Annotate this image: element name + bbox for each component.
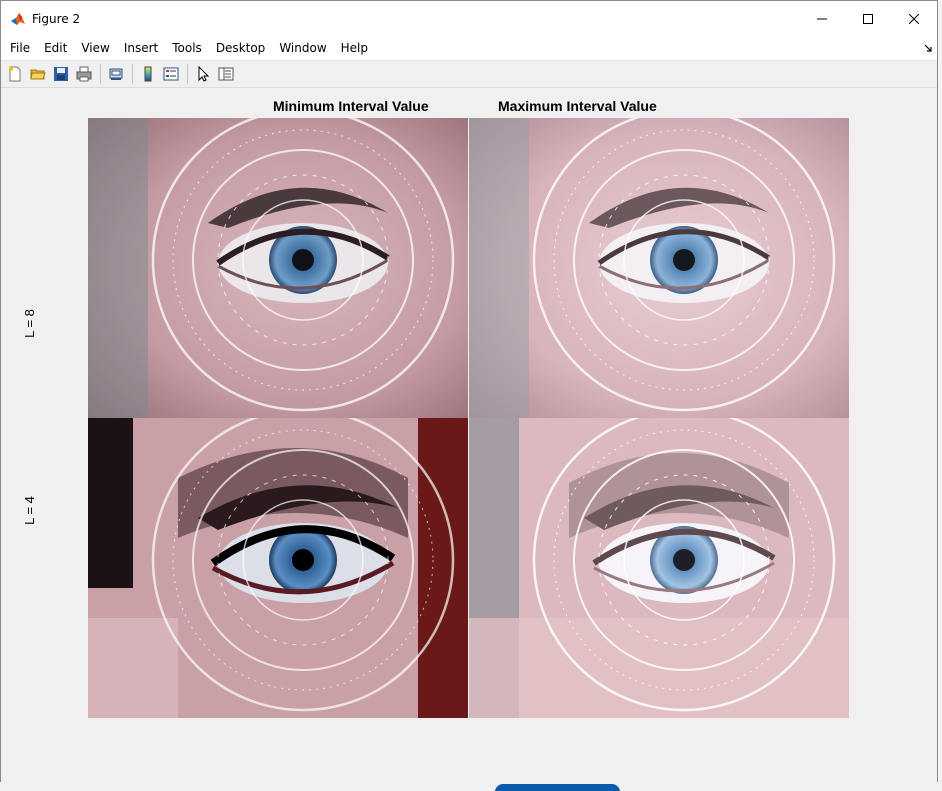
menubar-expand-arrow-icon[interactable] (924, 44, 932, 52)
close-button[interactable] (891, 1, 937, 36)
background-desktop-bottom (0, 781, 942, 791)
legend-icon (163, 67, 179, 81)
menu-file[interactable]: File (4, 36, 36, 60)
colorbar-icon (144, 66, 152, 82)
column-title-min: Minimum Interval Value (273, 98, 429, 114)
insert-legend-button[interactable] (160, 63, 182, 85)
edit-plot-button[interactable] (192, 63, 214, 85)
insert-colorbar-button[interactable] (137, 63, 159, 85)
row-label-l4: L = 4 (21, 496, 37, 525)
figure-toolbar (1, 60, 937, 88)
column-title-max: Maximum Interval Value (498, 98, 657, 114)
image-panel-max-l4 (469, 418, 849, 718)
eye-image-min-l4 (88, 418, 468, 718)
close-icon (909, 13, 919, 24)
open-file-button[interactable] (27, 63, 49, 85)
image-panel-min-l8 (88, 118, 468, 418)
print-button[interactable] (73, 63, 95, 85)
save-icon (54, 67, 68, 81)
menu-bar: File Edit View Insert Tools Desktop Wind… (1, 36, 937, 60)
open-icon (30, 69, 46, 80)
new-figure-icon (9, 66, 21, 82)
eye-image-max-l4 (469, 418, 849, 718)
menu-insert[interactable]: Insert (118, 36, 164, 60)
toolbar-separator (100, 64, 101, 84)
menu-view[interactable]: View (75, 36, 115, 60)
menu-desktop[interactable]: Desktop (210, 36, 272, 60)
maximize-button[interactable] (845, 1, 891, 36)
row-label-l8: L = 8 (21, 309, 37, 338)
print-preview-button[interactable] (105, 63, 127, 85)
background-desktop-edge (938, 0, 942, 791)
figure-window: Figure 2 File Edit View Insert Tools Des… (0, 0, 938, 782)
toolbar-separator (132, 64, 133, 84)
print-preview-icon (109, 68, 123, 80)
matlab-logo-icon (11, 12, 25, 25)
save-button[interactable] (50, 63, 72, 85)
pointer-icon (198, 66, 210, 82)
menu-window[interactable]: Window (273, 36, 332, 60)
eye-image-max-l8 (469, 118, 849, 418)
toolbar-separator (187, 64, 188, 84)
new-figure-button[interactable] (4, 63, 26, 85)
image-panel-min-l4 (88, 418, 468, 718)
menu-help[interactable]: Help (335, 36, 374, 60)
maximize-icon (863, 13, 873, 24)
window-title: Figure 2 (32, 11, 81, 26)
image-panel-max-l8 (469, 118, 849, 418)
background-blue-button[interactable] (495, 784, 620, 791)
eye-image-min-l8 (88, 118, 468, 418)
print-icon (76, 66, 92, 82)
minimize-icon (817, 18, 827, 19)
title-bar[interactable]: Figure 2 (1, 1, 937, 36)
figure-canvas: Minimum Interval Value Maximum Interval … (1, 88, 937, 782)
menu-edit[interactable]: Edit (38, 36, 73, 60)
property-inspector-icon (218, 67, 234, 81)
property-inspector-button[interactable] (215, 63, 237, 85)
minimize-button[interactable] (799, 1, 845, 36)
menu-tools[interactable]: Tools (166, 36, 208, 60)
